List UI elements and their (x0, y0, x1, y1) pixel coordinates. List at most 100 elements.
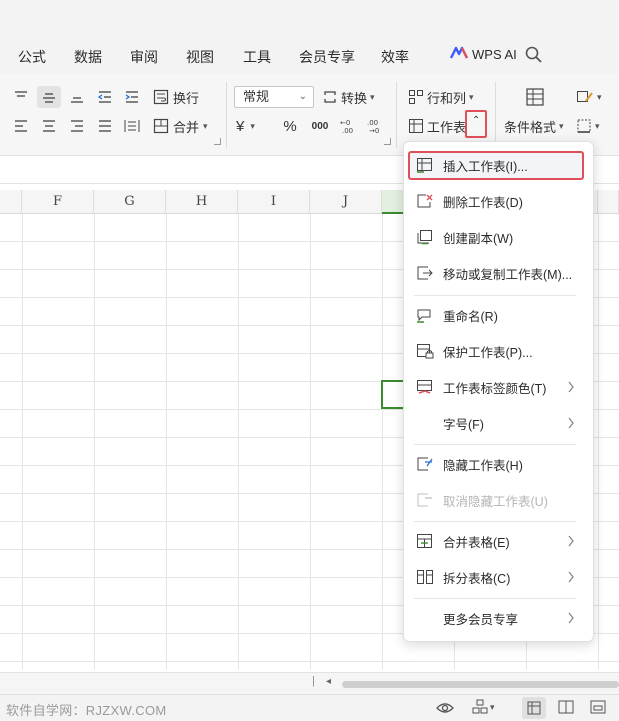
thousands-separator-button[interactable]: 000 (308, 115, 332, 137)
column-header-n[interactable] (598, 190, 619, 214)
merge-cells-icon (153, 118, 169, 134)
align-left-icon[interactable] (10, 115, 32, 137)
menu-item-copy-sheet[interactable]: 创建副本(W) (404, 222, 593, 252)
number-dialog-launcher-icon[interactable] (384, 138, 391, 145)
merge-label: 合并 (173, 119, 200, 135)
number-format-select[interactable]: 常规 ⌄ (234, 86, 314, 108)
worksheet-dropdown-menu: 插入工作表(I)... 删除工作表(D) 创建副本(W) 移动或复制工作表(M)… (403, 141, 594, 642)
tab-member[interactable]: 会员专享 (299, 47, 355, 67)
tab-review[interactable]: 审阅 (130, 47, 158, 67)
tab-data[interactable]: 数据 (74, 47, 102, 67)
menu-bar: 公式 数据 审阅 视图 工具 会员专享 效率 WPS AI (0, 38, 619, 74)
column-header-g[interactable]: G (94, 190, 166, 214)
decrease-decimal-icon[interactable]: .00 →0 (364, 115, 386, 137)
tab-view[interactable]: 视图 (186, 47, 214, 67)
borders-icon (577, 119, 591, 133)
chevron-down-icon: ▾ (490, 701, 495, 712)
grid-line (238, 214, 239, 670)
menu-item-hide-sheet[interactable]: 隐藏工作表(H) (404, 449, 593, 479)
copy-sheet-icon (416, 229, 434, 245)
move-sheet-icon (416, 265, 434, 281)
align-top-icon[interactable] (10, 86, 32, 108)
menu-item-protect-sheet[interactable]: 保护工作表(P)... (404, 336, 593, 366)
view-mode-button[interactable]: ▾ (472, 699, 495, 715)
page-break-view-icon[interactable] (590, 700, 606, 717)
increase-indent-icon[interactable] (121, 86, 143, 108)
worksheet-dropdown-toggle[interactable]: ⌃ (465, 110, 487, 138)
menu-item-insert-sheet[interactable]: 插入工作表(I)... (404, 150, 593, 180)
column-header-partial[interactable] (0, 190, 22, 214)
chevron-right-icon (567, 570, 575, 584)
menu-item-more-member[interactable]: 更多会员专享 (404, 603, 593, 633)
column-header-i[interactable]: I (238, 190, 310, 214)
chevron-right-icon (567, 611, 575, 625)
menu-item-font-size[interactable]: 字号(F) (404, 408, 593, 438)
tab-efficiency[interactable]: 效率 (381, 47, 409, 67)
chevron-down-icon: ⌄ (298, 91, 307, 102)
wps-ai-label: WPS AI (472, 47, 517, 62)
status-bar: 软件自学网：RJZXW.COM ▾ (0, 694, 619, 721)
tab-formulas[interactable]: 公式 (18, 47, 46, 67)
column-header-h[interactable]: H (166, 190, 238, 214)
menu-item-label: 隐藏工作表(H) (443, 458, 523, 473)
justify-icon[interactable] (94, 115, 116, 137)
currency-button[interactable]: ¥ ▾ (236, 115, 255, 137)
menu-item-label: 删除工作表(D) (443, 195, 523, 210)
alignment-dialog-launcher-icon[interactable] (214, 138, 221, 145)
align-bottom-icon[interactable] (66, 86, 88, 108)
chevron-right-icon (567, 380, 575, 394)
distributed-align-icon[interactable] (121, 115, 143, 137)
column-header-j[interactable]: J (310, 190, 382, 214)
menu-item-split-table[interactable]: 拆分表格(C) (404, 562, 593, 592)
merge-tables-icon (416, 533, 434, 549)
wps-ai-button[interactable]: WPS AI (449, 46, 517, 63)
increase-decimal-icon[interactable]: ←0.00 (337, 115, 359, 137)
tab-tools[interactable]: 工具 (243, 47, 271, 67)
cell-style-icon (577, 91, 593, 102)
merge-button[interactable]: 合并 ▾ (153, 115, 208, 137)
format-table-icon[interactable] (523, 84, 547, 110)
menu-item-tab-color[interactable]: 工作表标签颜色(T) (404, 372, 593, 402)
search-icon[interactable] (524, 45, 544, 65)
menu-item-unhide-sheet[interactable]: 取消隐藏工作表(U) (404, 485, 593, 515)
align-right-icon[interactable] (66, 115, 88, 137)
page-layout-view-icon[interactable] (558, 700, 574, 717)
align-middle-icon[interactable] (37, 86, 61, 108)
wrap-text-button[interactable]: 换行 (153, 86, 199, 108)
convert-button[interactable]: 转换 ▾ (322, 86, 375, 108)
borders-button[interactable]: ▾ (576, 115, 600, 137)
svg-text:.00: .00 (367, 119, 378, 127)
delete-sheet-icon (416, 193, 434, 209)
scroll-left-icon[interactable]: ◂ (326, 676, 331, 687)
column-header-f[interactable]: F (22, 190, 94, 214)
cell-style-button[interactable]: ▾ (576, 86, 602, 108)
convert-label: 转换 (341, 90, 368, 106)
decrease-indent-icon[interactable] (94, 86, 116, 108)
menu-item-rename[interactable]: 重命名(R) (404, 300, 593, 330)
normal-view-icon[interactable] (522, 697, 546, 719)
worksheet-button[interactable]: 工作表 (408, 115, 466, 137)
eye-protection-icon[interactable] (436, 700, 454, 719)
number-format-value: 常规 (243, 89, 270, 104)
conditional-format-label: 条件格式 (504, 119, 557, 135)
worksheet-label: 工作表 (427, 119, 467, 135)
horizontal-scrollbar[interactable]: | ◂ (0, 672, 619, 694)
menu-separator (414, 598, 576, 599)
menu-item-label: 移动或复制工作表(M)... (443, 267, 573, 282)
chevron-down-icon: ▾ (370, 91, 375, 102)
menu-item-label: 合并表格(E) (443, 535, 510, 550)
convert-icon (324, 91, 336, 103)
align-center-icon[interactable] (38, 115, 60, 137)
scroll-thumb[interactable] (342, 681, 619, 688)
rows-columns-button[interactable]: 行和列 ▾ (408, 86, 474, 108)
wrap-text-label: 换行 (173, 90, 200, 106)
conditional-format-button[interactable]: 条件格式 ▾ (504, 115, 564, 137)
menu-item-delete-sheet[interactable]: 删除工作表(D) (404, 186, 593, 216)
menu-separator (414, 444, 576, 445)
menu-item-merge-tables[interactable]: 合并表格(E) (404, 526, 593, 556)
grid-line (94, 214, 95, 670)
chevron-down-icon: ▾ (597, 91, 602, 102)
menu-item-move-copy-sheet[interactable]: 移动或复制工作表(M)... (404, 258, 593, 288)
percent-button[interactable]: % (280, 115, 300, 137)
menu-separator (414, 521, 576, 522)
